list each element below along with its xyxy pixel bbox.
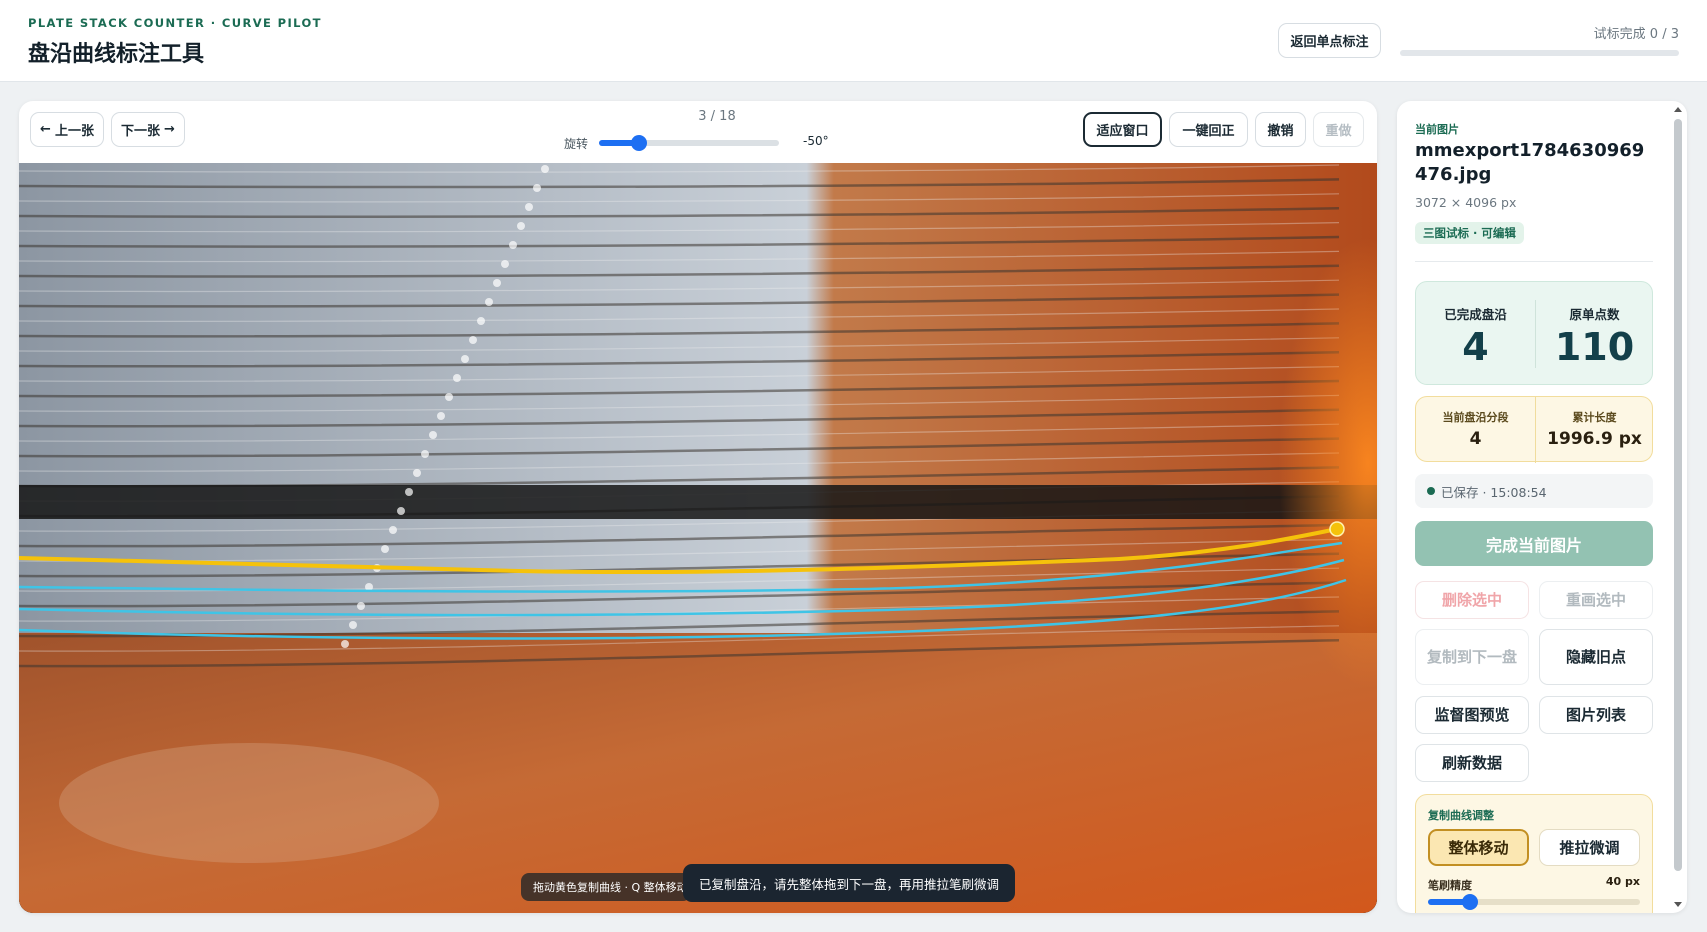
rotate-value: -50°	[803, 134, 829, 148]
saved-dot-icon	[1427, 487, 1435, 495]
brand-kicker: PLATE STACK COUNTER · CURVE PILOT	[28, 16, 322, 30]
next-image-button[interactable]: 下一张 →	[111, 112, 185, 147]
save-status-text: 已保存 · 15:08:54	[1441, 484, 1547, 500]
finish-image-button[interactable]: 完成当前图片	[1415, 521, 1653, 566]
stats-main: 已完成盘沿 4 原单点数 110	[1415, 281, 1653, 385]
old-point-marker	[405, 488, 413, 496]
reset-rotation-button[interactable]: 一键回正	[1169, 112, 1248, 147]
prev-image-button[interactable]: ← 上一张	[30, 112, 104, 147]
redo-button[interactable]: 重做	[1313, 112, 1364, 147]
adjust-title: 复制曲线调整	[1428, 809, 1494, 822]
next-image-label: 下一张	[121, 124, 161, 139]
old-point-marker	[437, 412, 445, 420]
refresh-data-button[interactable]: 刷新数据	[1415, 744, 1529, 782]
old-point-marker	[533, 184, 541, 192]
stat-original-points: 原单点数 110	[1535, 282, 1654, 386]
prev-image-label: 上一张	[54, 124, 94, 139]
side-scrollbar[interactable]	[1673, 107, 1683, 907]
old-point-marker	[397, 507, 405, 515]
canvas-toolbar: ← 上一张 下一张 → 3 / 18 旋转 -50° 适应窗口 一键回正 撤销 …	[19, 101, 1377, 163]
save-status: 已保存 · 15:08:54	[1415, 474, 1653, 508]
old-point-marker	[525, 203, 533, 211]
copy-to-next-button[interactable]: 复制到下一盘	[1415, 629, 1529, 685]
copy-curve-adjust-panel: 复制曲线调整 整体移动 推拉微调 笔刷精度 40 px	[1415, 794, 1653, 913]
old-point-marker	[541, 165, 549, 173]
stat-done-value: 4	[1462, 325, 1489, 369]
file-status-badge: 三图试标 · 可编辑	[1415, 222, 1524, 244]
annotation-canvas-svg[interactable]	[19, 163, 1377, 913]
fit-window-button[interactable]: 适应窗口	[1083, 112, 1162, 147]
floor-reflection	[59, 743, 439, 863]
stat-segments-label: 当前盘沿分段	[1442, 411, 1509, 424]
rotate-slider[interactable]	[599, 135, 779, 151]
scroll-up-icon[interactable]	[1674, 107, 1682, 112]
old-point-marker	[357, 602, 365, 610]
divider	[1415, 261, 1653, 262]
stat-length-value: 1996.9 px	[1547, 429, 1642, 449]
hide-old-points-button[interactable]: 隐藏旧点	[1539, 629, 1653, 685]
old-point-marker	[453, 374, 461, 382]
delete-selected-button[interactable]: 删除选中	[1415, 581, 1529, 619]
stat-points-value: 110	[1554, 325, 1635, 369]
undo-button[interactable]: 撤销	[1255, 112, 1306, 147]
old-point-marker	[445, 393, 453, 401]
stats-current: 当前盘沿分段 4 累计长度 1996.9 px	[1415, 396, 1654, 463]
trial-status: 试标完成 0 / 3	[1593, 27, 1679, 42]
page-title: 盘沿曲线标注工具	[28, 42, 205, 67]
arrow-right-icon: →	[164, 122, 175, 137]
old-point-marker	[413, 469, 421, 477]
scroll-down-icon[interactable]	[1674, 902, 1682, 907]
current-image-kicker: 当前图片	[1415, 123, 1459, 136]
trial-progress-bar	[1400, 50, 1679, 56]
top-bar: PLATE STACK COUNTER · CURVE PILOT 盘沿曲线标注…	[0, 0, 1707, 82]
rotate-slider-handle[interactable]	[630, 135, 647, 151]
brush-slider-handle[interactable]	[1462, 894, 1479, 910]
scrollbar-thumb[interactable]	[1674, 119, 1682, 871]
lamp-glow	[1079, 163, 1377, 913]
copy-toast: 已复制盘沿，请先整体拖到下一盘，再用推拉笔刷微调	[683, 864, 1016, 902]
back-to-single-point-button[interactable]: 返回单点标注	[1278, 23, 1381, 58]
stat-done-label: 已完成盘沿	[1444, 307, 1507, 322]
brush-precision-label: 笔刷精度	[1428, 879, 1472, 892]
image-counter: 3 / 18	[698, 109, 736, 124]
stat-segments: 当前盘沿分段 4	[1416, 397, 1535, 463]
old-point-marker	[501, 260, 509, 268]
push-pull-button[interactable]: 推拉微调	[1539, 829, 1640, 866]
stat-length-label: 累计长度	[1572, 411, 1617, 424]
supervise-preview-button[interactable]: 监督图预览	[1415, 696, 1529, 734]
active-curve-handle[interactable]	[1329, 521, 1345, 537]
canvas-card: ← 上一张 下一张 → 3 / 18 旋转 -50° 适应窗口 一键回正 撤销 …	[19, 101, 1377, 913]
old-point-marker	[421, 450, 429, 458]
stat-points-label: 原单点数	[1569, 307, 1620, 322]
image-list-button[interactable]: 图片列表	[1539, 696, 1653, 734]
brush-precision-value: 40 px	[1605, 875, 1640, 888]
old-point-marker	[469, 336, 477, 344]
stat-segments-value: 4	[1469, 429, 1482, 449]
move-all-button[interactable]: 整体移动	[1428, 829, 1529, 866]
stat-done-edges: 已完成盘沿 4	[1416, 282, 1535, 386]
old-point-marker	[509, 241, 517, 249]
old-point-marker	[429, 431, 437, 439]
arrow-left-icon: ←	[40, 122, 51, 137]
old-point-marker	[389, 526, 397, 534]
old-point-marker	[341, 640, 349, 648]
old-point-marker	[493, 279, 501, 287]
old-point-marker	[349, 621, 357, 629]
old-point-marker	[485, 298, 493, 306]
old-point-marker	[381, 545, 389, 553]
file-dimensions: 3072 × 4096 px	[1415, 195, 1517, 210]
old-point-marker	[461, 355, 469, 363]
rotate-label: 旋转	[564, 137, 589, 151]
old-point-marker	[477, 317, 485, 325]
canvas-hint: 拖动黄色复制曲线 · Q 整体移动	[521, 873, 691, 901]
side-panel: 当前图片 mmexport1784630969476.jpg 3072 × 40…	[1397, 101, 1687, 913]
redraw-selected-button[interactable]: 重画选中	[1539, 581, 1653, 619]
image-canvas[interactable]: 拖动黄色复制曲线 · Q 整体移动 已复制盘沿，请先整体拖到下一盘，再用推拉笔刷…	[19, 163, 1377, 913]
stat-length: 累计长度 1996.9 px	[1535, 397, 1654, 463]
brush-precision-slider[interactable]	[1428, 894, 1640, 910]
old-point-marker	[517, 222, 525, 230]
file-name: mmexport1784630969476.jpg	[1415, 140, 1645, 185]
